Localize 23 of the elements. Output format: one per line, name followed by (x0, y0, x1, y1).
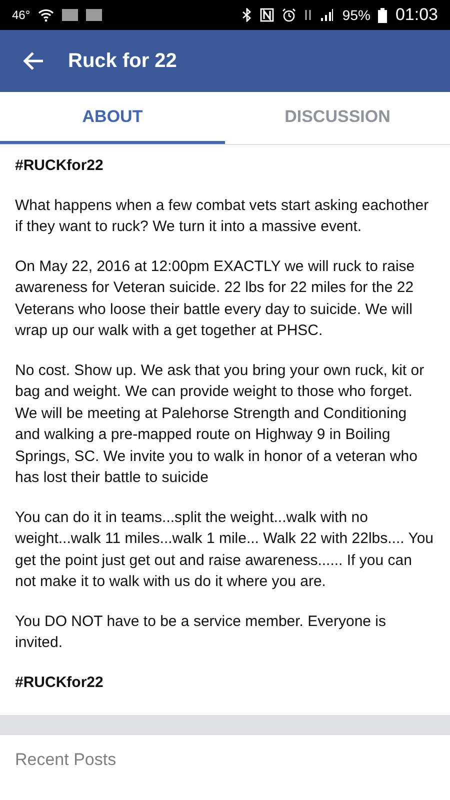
hashtag: #RUCKfor22 (15, 672, 104, 692)
about-paragraph: On May 22, 2016 at 12:00pm EXACTLY we will ruck to raise awareness for Veteran suicide. 22 lbs for 22 miles for the 22 Veterans who loose their battle every day to suicide. We will wrap up our walk with a get together at PHSC. (15, 256, 416, 341)
about-paragraph: You can do it in teams...split the weight...walk with no weight...walk 11 miles...walk 1 mile... Walk 22 with 22lbs.... You get the point just get out and raise awareness...... If you can not make it to walk with us do it where you are. (15, 508, 435, 592)
battery-percentage: 95% (342, 6, 370, 24)
nfc-icon (260, 8, 274, 22)
clock: 01:03 (395, 4, 438, 26)
back-icon (22, 51, 44, 71)
section-title: Recent Posts (14, 749, 118, 771)
temperature: 46° (12, 7, 30, 24)
notification-icon (86, 9, 102, 21)
signal-icon (320, 8, 334, 22)
tab[interactable]: DISCUSSION (225, 92, 450, 144)
about-paragraph: No cost. Show up. We ask that you bring your own ruck, kit or bag and weight. We can provide weight to those who forget. We will be meeting at Palehorse Strength and Conditioning and walking a pre-mapped route on Highway 9 in Boiling Springs, SC. We invite you to walk in honor of a veteran who has lost their battle to suicide (15, 360, 426, 488)
page-title: Ruck for 22 (68, 49, 177, 74)
notification-icon (62, 9, 78, 21)
battery-icon (378, 8, 388, 22)
hashtag: #RUCKfor22 (15, 156, 104, 176)
tab[interactable]: ABOUT (0, 92, 225, 144)
alarm-icon (282, 8, 296, 22)
about-paragraph: What happens when a few combat vets start asking eachother if they want to ruck? We turn it into a massive event. (15, 196, 430, 237)
wifi-icon (38, 8, 54, 22)
bluetooth-icon (242, 8, 252, 22)
about-paragraph: You DO NOT have to be a service member. Everyone is invited. (15, 612, 388, 653)
